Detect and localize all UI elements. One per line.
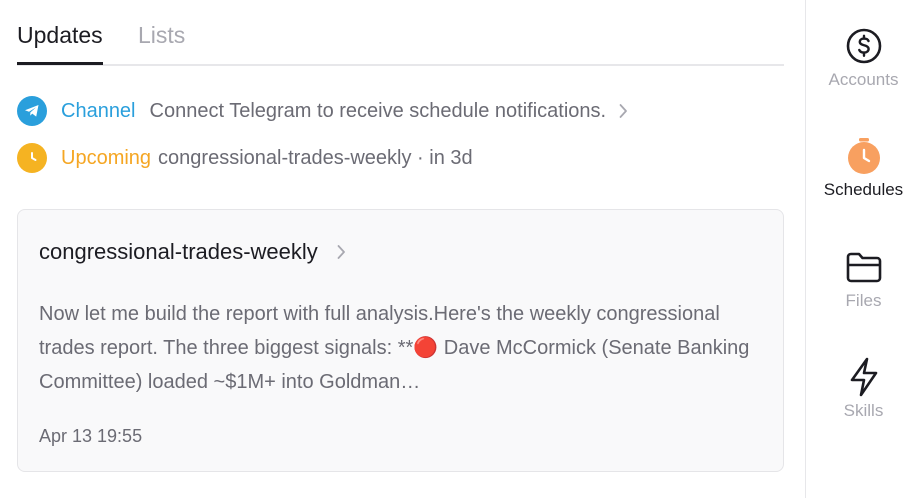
sidebar-item-schedules[interactable]: Schedules bbox=[806, 136, 920, 200]
folder-icon bbox=[806, 247, 920, 287]
dollar-circle-icon bbox=[806, 26, 920, 66]
card-title: congressional-trades-weekly bbox=[39, 239, 318, 264]
sidebar-item-skills[interactable]: Skills bbox=[806, 357, 920, 421]
timer-icon bbox=[806, 136, 920, 176]
tab-lists[interactable]: Lists bbox=[138, 20, 185, 50]
upcoming-notification: Upcoming congressional-trades-weekly · i… bbox=[17, 143, 473, 173]
clock-icon bbox=[17, 143, 47, 173]
card-summary: Now let me build the report with full an… bbox=[39, 303, 750, 393]
right-sidebar: Accounts Schedules Files Skills bbox=[805, 0, 920, 498]
card-timestamp: Apr 13 19:55 bbox=[39, 426, 143, 446]
channel-notification[interactable]: Channel Connect Telegram to receive sche… bbox=[17, 96, 628, 126]
sidebar-item-files[interactable]: Files bbox=[806, 247, 920, 311]
telegram-icon bbox=[17, 96, 47, 126]
card-title-row: congressional-trades-weekly bbox=[39, 239, 346, 265]
sidebar-label-accounts: Accounts bbox=[828, 70, 899, 89]
sidebar-item-accounts[interactable]: Accounts bbox=[806, 26, 920, 90]
chevron-right-icon bbox=[618, 103, 628, 119]
lightning-icon bbox=[806, 357, 920, 397]
channel-text: Connect Telegram to receive schedule not… bbox=[149, 99, 607, 122]
chevron-right-icon bbox=[336, 244, 346, 260]
sidebar-label-skills: Skills bbox=[843, 401, 884, 420]
sidebar-label-schedules: Schedules bbox=[823, 180, 904, 199]
upcoming-label: Upcoming bbox=[61, 146, 152, 169]
sidebar-label-files: Files bbox=[845, 291, 882, 310]
tab-bar: Updates Lists bbox=[17, 0, 784, 66]
upcoming-text: congressional-trades-weekly · in 3d bbox=[158, 146, 473, 169]
channel-label: Channel bbox=[61, 99, 136, 122]
schedule-card[interactable]: congressional-trades-weekly Now let me b… bbox=[17, 209, 784, 472]
tab-updates[interactable]: Updates bbox=[17, 20, 103, 65]
main-panel: Updates Lists Channel Connect Telegram t… bbox=[0, 0, 805, 498]
